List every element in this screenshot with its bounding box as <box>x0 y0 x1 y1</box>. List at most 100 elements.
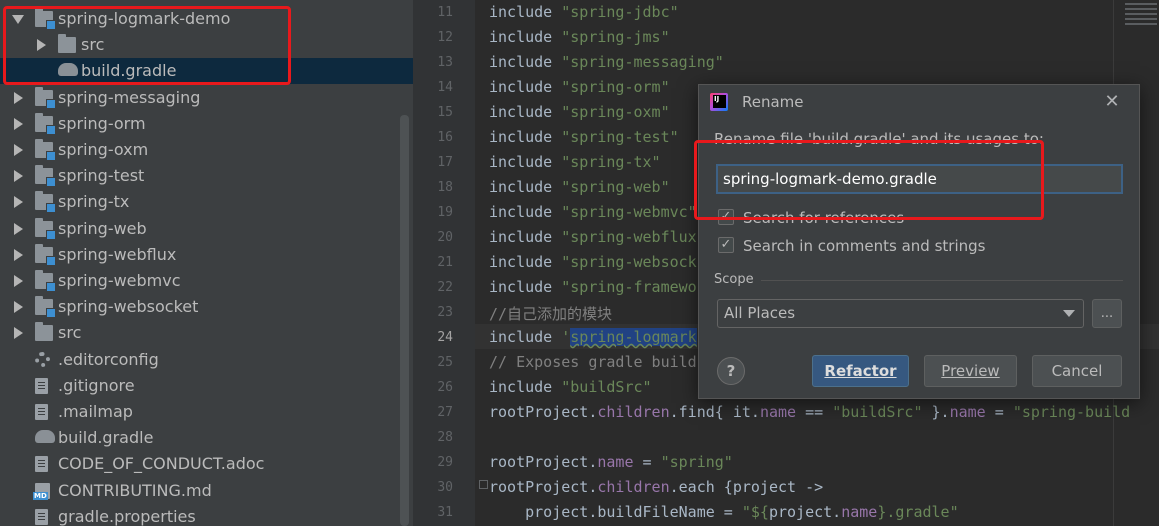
tree-item-spring-test[interactable]: spring-test <box>0 163 413 189</box>
code-line[interactable]: //自己添加的模块 <box>489 303 612 324</box>
module-folder-icon <box>35 296 56 319</box>
code-line[interactable]: project.buildFileName = "${project.name}… <box>489 503 959 521</box>
line-number: 15 <box>437 105 453 120</box>
rename-dialog: Rename ✕ Rename file 'build.gradle' and … <box>698 84 1140 399</box>
code-line[interactable]: include "spring-jms" <box>489 28 670 46</box>
tree-item-spring-tx[interactable]: spring-tx <box>0 189 413 215</box>
chevron-down-icon[interactable] <box>12 13 24 25</box>
tree-item-label: spring-webmvc <box>58 271 181 290</box>
gradle-icon <box>35 430 55 444</box>
tree-item-spring-websocket[interactable]: spring-websocket <box>0 294 413 320</box>
tree-item-label: src <box>58 323 82 343</box>
new-name-input[interactable] <box>716 164 1123 194</box>
tree-item-label: CONTRIBUTING.md <box>58 480 212 500</box>
tree-item-build-gradle-child[interactable]: build.gradle <box>0 58 413 85</box>
tree-item-label: spring-logmark-demo <box>58 9 231 28</box>
line-number: 21 <box>437 255 453 270</box>
tree-item-gitignore[interactable]: .gitignore <box>0 373 413 399</box>
search-comments-label[interactable]: Search in comments and strings <box>743 237 985 255</box>
line-number: 11 <box>437 5 453 20</box>
line-number: 24 <box>437 330 453 345</box>
code-line[interactable]: include "spring-webflux <box>489 228 697 246</box>
help-button[interactable]: ? <box>717 357 745 385</box>
tree-item-label: src <box>81 35 105 55</box>
scope-select[interactable]: All Places <box>717 299 1084 328</box>
code-line[interactable]: include "spring-web" <box>489 178 670 196</box>
tree-item-spring-webmvc[interactable]: spring-webmvc <box>0 268 413 294</box>
code-line[interactable]: include "spring-test" <box>489 128 679 146</box>
line-number: 16 <box>437 130 453 145</box>
code-line[interactable]: include "spring-orm" <box>489 78 670 96</box>
code-line[interactable]: rootProject.name = "spring" <box>489 453 733 471</box>
tree-item-spring-messaging[interactable]: spring-messaging <box>0 85 413 111</box>
refactor-label: Refactor <box>824 362 897 380</box>
line-number: 20 <box>437 230 453 245</box>
module-folder-icon <box>35 165 56 188</box>
module-folder-icon <box>35 112 56 135</box>
fold-marker-icon[interactable] <box>479 480 488 489</box>
chevron-right-icon[interactable] <box>12 248 24 261</box>
chevron-right-icon[interactable] <box>12 170 24 183</box>
chevron-right-icon[interactable] <box>12 196 24 209</box>
chevron-down-icon[interactable] <box>1063 310 1075 317</box>
tree-item-src-child[interactable]: src <box>0 32 413 58</box>
line-number: 18 <box>437 180 453 195</box>
line-number: 19 <box>437 205 453 220</box>
tree-item-spring-webflux[interactable]: spring-webflux <box>0 242 413 268</box>
error-stripe-minimap[interactable] <box>1125 0 1157 30</box>
chevron-right-icon[interactable] <box>12 301 24 314</box>
chevron-right-icon[interactable] <box>35 39 47 52</box>
code-line[interactable]: include 'spring-logmark <box>489 328 697 346</box>
code-line[interactable]: include "spring-oxm" <box>489 103 670 121</box>
folder-icon <box>58 34 76 54</box>
tree-item-spring-orm[interactable]: spring-orm <box>0 111 413 137</box>
close-icon[interactable]: ✕ <box>1101 91 1123 113</box>
tree-item-label: spring-web <box>58 218 147 238</box>
tree-item-spring-oxm[interactable]: spring-oxm <box>0 137 413 163</box>
code-line[interactable]: rootProject.children.find{ it.name == "b… <box>489 403 1130 421</box>
search-comments-checkbox[interactable]: ✓ <box>718 237 734 253</box>
line-number: 28 <box>437 430 453 445</box>
chevron-right-icon[interactable] <box>12 117 24 130</box>
file-icon <box>35 508 48 525</box>
tree-item-spring-web[interactable]: spring-web <box>0 216 413 242</box>
code-line[interactable]: include "spring-jdbc" <box>489 3 679 21</box>
line-number: 30 <box>437 480 453 495</box>
code-line[interactable]: // Exposes gradle build <box>489 353 697 371</box>
code-line[interactable]: include "spring-tx" <box>489 153 661 171</box>
chevron-right-icon[interactable] <box>12 144 24 156</box>
scope-browse-button[interactable]: ... <box>1092 299 1122 328</box>
chevron-right-icon[interactable] <box>12 275 24 287</box>
code-line[interactable]: include "spring-framewo <box>489 278 697 296</box>
chevron-right-icon[interactable] <box>12 222 24 235</box>
tree-item-spring-logmark-demo[interactable]: spring-logmark-demo <box>0 6 413 32</box>
line-number: 12 <box>437 30 453 45</box>
tree-item-gradle-properties[interactable]: gradle.properties <box>0 504 413 526</box>
tree-item-label: gradle.properties <box>58 506 196 526</box>
project-tree: spring-logmark-demo src build.gradle spring… <box>0 0 413 526</box>
tree-item-label: .editorconfig <box>58 349 159 369</box>
line-number-gutter: 11 12 13 14 15 16 17 18 19 20 21 22 23 24 25 26 27 28 29 30… <box>413 0 475 526</box>
preview-button[interactable]: Preview <box>924 355 1017 387</box>
code-line[interactable]: include "spring-webmvc" <box>489 203 697 221</box>
refactor-button[interactable]: Refactor <box>812 355 909 387</box>
chevron-right-icon[interactable] <box>12 327 24 340</box>
code-line[interactable]: include "spring-messaging" <box>489 53 724 71</box>
code-line[interactable]: rootProject.children.each {project -> <box>489 478 823 496</box>
tree-item-contributing[interactable]: CONTRIBUTING.md <box>0 478 413 504</box>
tree-scrollbar[interactable] <box>400 115 409 526</box>
tree-item-editorconfig[interactable]: .editorconfig <box>0 347 413 373</box>
code-line[interactable]: include "spring-websock <box>489 253 697 271</box>
tree-item-build-gradle[interactable]: build.gradle <box>0 425 413 451</box>
search-references-label[interactable]: Search for references <box>743 209 904 227</box>
tree-item-mailmap[interactable]: .mailmap <box>0 399 413 425</box>
search-references-checkbox[interactable]: ✓ <box>718 209 734 225</box>
tree-item-code-of-conduct[interactable]: CODE_OF_CONDUCT.adoc <box>0 451 413 477</box>
line-number: 14 <box>437 80 453 95</box>
cancel-button[interactable]: Cancel <box>1032 355 1122 387</box>
module-folder-icon <box>35 8 56 30</box>
gradle-icon <box>58 63 78 77</box>
code-line[interactable]: include "buildSrc" <box>489 378 652 396</box>
tree-item-src[interactable]: src <box>0 320 413 346</box>
chevron-right-icon[interactable] <box>12 91 24 104</box>
